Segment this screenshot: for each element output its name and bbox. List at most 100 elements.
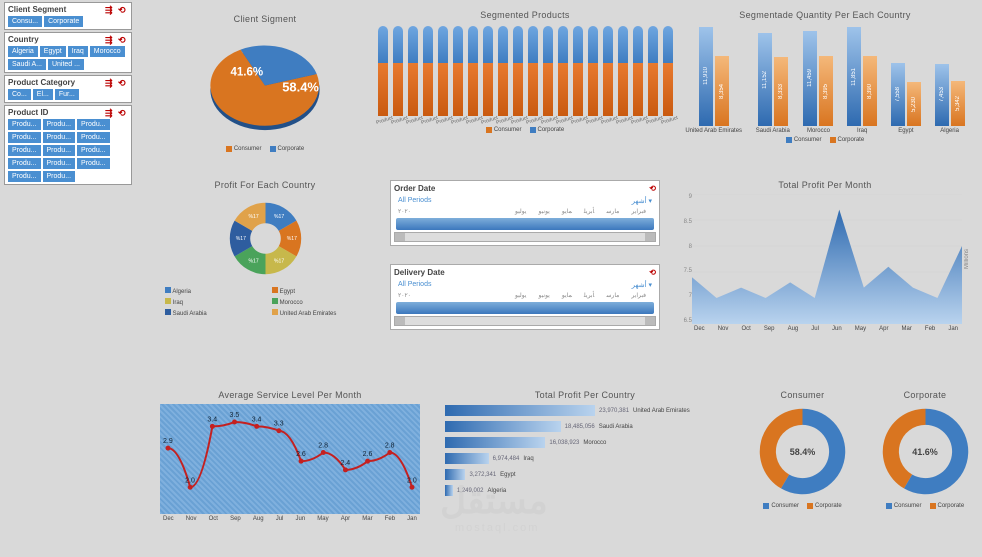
slicer-item[interactable]: Produ... [8, 145, 41, 156]
stacked-bar [483, 26, 493, 116]
legend-item: Corporate [538, 127, 565, 133]
timeline-scrollbar[interactable] [394, 232, 656, 242]
slicer-item[interactable]: Morocco [90, 46, 125, 57]
slicer-title: Country [8, 35, 39, 44]
timeline-unit[interactable]: أشهر ▾ [632, 281, 652, 289]
slicer-item[interactable]: Produ... [77, 132, 110, 143]
legend-item: Saudi Arabia [173, 311, 207, 317]
chart-title: Client Sigment [165, 14, 365, 24]
hbar-row: 1,249,002Algeria [445, 485, 725, 496]
svg-text:2.0: 2.0 [185, 477, 195, 484]
multiselect-icon[interactable]: ⇶ [105, 36, 115, 44]
clear-filter-icon[interactable]: ⟲ [118, 79, 128, 87]
stacked-bars: ProductProductProductProductProductProdu… [390, 24, 660, 124]
slicer-item[interactable]: Saudi A... [8, 59, 46, 70]
slicer-item[interactable]: Produ... [8, 158, 41, 169]
stacked-bar [558, 26, 568, 116]
svg-text:2.8: 2.8 [385, 442, 395, 449]
slicer-item[interactable]: Consu... [8, 16, 42, 27]
bar: 7,558 [891, 63, 905, 126]
svg-text:41.6%: 41.6% [231, 66, 264, 78]
svg-text:2.6: 2.6 [296, 451, 306, 458]
chart-title: Total Profit Per Month [680, 180, 970, 190]
slicer-item[interactable]: Produ... [77, 145, 110, 156]
stacked-bar [393, 26, 403, 116]
slicer-item[interactable]: Produ... [43, 158, 76, 169]
legend-item: Consumer [494, 127, 522, 133]
clear-filter-icon[interactable]: ⟲ [649, 184, 656, 193]
slicer-item[interactable]: Produ... [43, 171, 76, 182]
legend-item: Consumer [794, 137, 822, 143]
stacked-bar [468, 26, 478, 116]
slicer-product-id: Product ID⇶⟲ Produ...Produ...Produ...Pro… [4, 105, 132, 185]
legend: Consumer Corporate [165, 146, 365, 152]
bar: 11,152 [758, 33, 772, 126]
svg-text:3.5: 3.5 [230, 412, 240, 419]
slicer-item[interactable]: Co... [8, 89, 31, 100]
multiselect-icon[interactable]: ⇶ [105, 109, 115, 117]
slicer-item[interactable]: Fur... [55, 89, 79, 100]
slicer-title: Client Segment [8, 5, 66, 14]
timeline-scrollbar[interactable] [394, 316, 656, 326]
chart-profit-month: Total Profit Per Month 98.587.576.5 Mill… [680, 180, 970, 332]
tl-year: ٢٠٢٠ [398, 208, 411, 215]
stacked-bar [438, 26, 448, 116]
clear-filter-icon[interactable]: ⟲ [649, 268, 656, 277]
slicer-item[interactable]: United ... [48, 59, 84, 70]
grouped-bars: 11,9108,354United Arab Emirates11,1528,3… [680, 24, 970, 134]
timeline-track[interactable] [396, 302, 654, 314]
slicer-item[interactable]: Iraq [68, 46, 88, 57]
svg-text:%17: %17 [248, 258, 258, 264]
timeline-track[interactable] [396, 218, 654, 230]
slicer-item[interactable]: Produ... [8, 171, 41, 182]
slicer-title: Product ID [8, 108, 48, 117]
clear-filter-icon[interactable]: ⟲ [118, 36, 128, 44]
svg-text:2.4: 2.4 [340, 460, 350, 467]
legend-item: Consumer [771, 503, 799, 509]
timeline-unit[interactable]: أشهر ▾ [632, 197, 652, 205]
timeline-delivery-date: Delivery Date⟲ All Periodsأشهر ▾ ٢٠٢٠فبر… [390, 264, 660, 330]
tl-year: ٢٠٢٠ [398, 292, 411, 299]
slicer-item[interactable]: Algeria [8, 46, 38, 57]
stacked-bar [498, 26, 508, 116]
slicer-item[interactable]: Produ... [77, 158, 110, 169]
slicer-item[interactable]: Corporate [44, 16, 83, 27]
watermark-url: mostaql.com [455, 522, 539, 534]
slicer-item[interactable]: Produ... [8, 119, 41, 130]
svg-text:2.0: 2.0 [407, 477, 417, 484]
slicer-item[interactable]: Produ... [43, 145, 76, 156]
slicer-item[interactable]: Produ... [8, 132, 41, 143]
legend-item: Algeria [172, 289, 191, 295]
svg-text:3.4: 3.4 [207, 416, 217, 423]
legend-item: Corporate [838, 137, 865, 143]
hbar-row: 16,038,923Morocco [445, 437, 725, 448]
svg-text:2.8: 2.8 [318, 442, 328, 449]
slicer-item[interactable]: Produ... [43, 132, 76, 143]
multiselect-icon[interactable]: ⇶ [105, 6, 115, 14]
slicer-item[interactable]: Egypt [40, 46, 66, 57]
legend-item: Corporate [815, 503, 842, 509]
slicer-item[interactable]: El... [33, 89, 53, 100]
svg-text:%17: %17 [274, 214, 284, 220]
chart-segmented-products: Segmented Products ProductProductProduct… [390, 10, 660, 133]
hbar-row: 18,485,056Saudi Arabia [445, 421, 725, 432]
timeline-range: All Periods [398, 197, 431, 205]
stacked-bar [528, 26, 538, 116]
stacked-bar [588, 26, 598, 116]
bar: 11,910 [699, 27, 713, 126]
hbar-row: 3,272,341Egypt [445, 469, 725, 480]
hbar-row: 23,970,381United Arab Emirates [445, 405, 725, 416]
slicer-item[interactable]: Produ... [43, 119, 76, 130]
slicer-item[interactable]: Produ... [77, 119, 110, 130]
clear-filter-icon[interactable]: ⟲ [118, 109, 128, 117]
timeline-range: All Periods [398, 281, 431, 289]
slicer-client-segment: Client Segment ⇶⟲ Consu...Corporate [4, 2, 132, 30]
clear-filter-icon[interactable]: ⟲ [118, 6, 128, 14]
multiselect-icon[interactable]: ⇶ [105, 79, 115, 87]
pie-plot: 58.4% 41.6% [165, 28, 365, 143]
svg-text:%17: %17 [274, 258, 284, 264]
chart-title: Profit For Each Country [165, 180, 365, 190]
chart-consumer-ring: Consumer 58.4% ConsumerCorporate [740, 390, 865, 509]
svg-text:%17: %17 [286, 236, 296, 242]
stacked-bar [663, 26, 673, 116]
